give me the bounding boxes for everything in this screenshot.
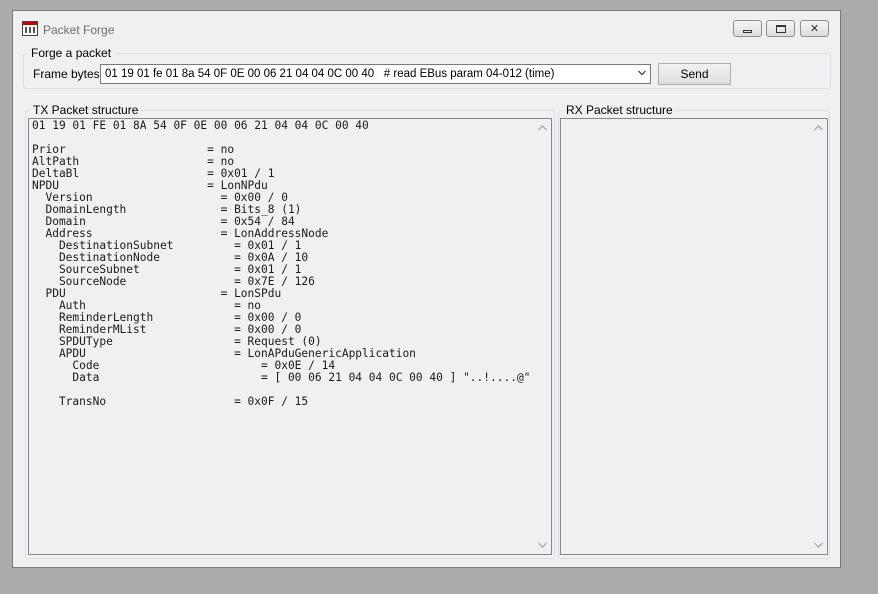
scroll-up-icon[interactable] (814, 125, 823, 131)
tx-structure-line: Data = [ 00 06 21 04 04 0C 00 40 ] "..!.… (32, 371, 531, 384)
close-button[interactable]: ✕ (800, 20, 829, 37)
tx-structure-text: 01 19 01 FE 01 8A 54 0F 0E 00 06 21 04 0… (32, 120, 530, 408)
tx-structure-line: 01 19 01 FE 01 8A 54 0F 0E 00 06 21 04 0… (32, 119, 369, 132)
tx-structure-line: TransNo = 0x0F / 15 (32, 395, 309, 408)
chevron-down-icon[interactable] (638, 69, 646, 77)
rx-scrollbar[interactable] (810, 119, 827, 554)
tx-scrollbar[interactable] (534, 119, 551, 554)
rx-legend: RX Packet structure (566, 103, 673, 117)
scroll-down-icon[interactable] (538, 542, 547, 548)
forge-legend: Forge a packet (31, 46, 112, 60)
frame-bytes-label: Frame bytes (33, 67, 100, 81)
title-bar[interactable]: Packet Forge ✕ (13, 11, 840, 47)
rx-structure-textbox[interactable] (560, 118, 828, 555)
minimize-icon (743, 29, 752, 33)
send-button[interactable]: Send (658, 63, 731, 85)
frame-bytes-combo[interactable]: 01 19 01 fe 01 8a 54 0F 0E 00 06 21 04 0… (100, 64, 651, 84)
maximize-icon (775, 24, 786, 33)
tx-legend: TX Packet structure (33, 103, 139, 117)
window-title: Packet Forge (43, 23, 115, 37)
frame-bytes-value: 01 19 01 fe 01 8a 54 0F 0E 00 06 21 04 0… (105, 68, 555, 80)
tx-structure-textbox[interactable]: 01 19 01 FE 01 8A 54 0F 0E 00 06 21 04 0… (28, 118, 552, 555)
scroll-up-icon[interactable] (538, 125, 547, 131)
app-icon (22, 21, 38, 36)
main-window: Packet Forge ✕ Forge a packet Frame byte… (12, 10, 841, 568)
minimize-button[interactable] (733, 20, 762, 37)
scroll-down-icon[interactable] (814, 542, 823, 548)
close-icon: ✕ (809, 23, 820, 35)
maximize-button[interactable] (766, 20, 795, 37)
